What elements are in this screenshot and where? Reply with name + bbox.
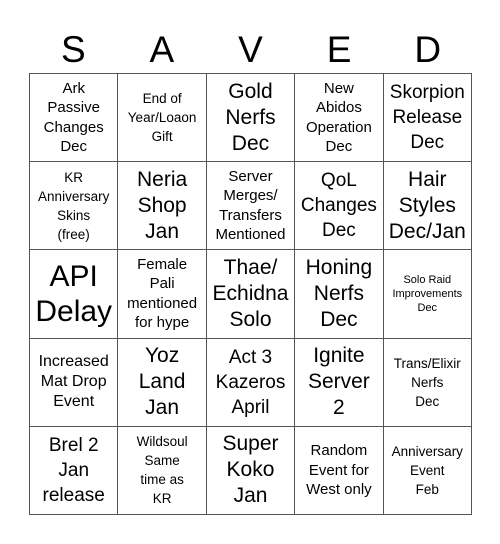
cell-text: Anniversary Event Feb — [391, 443, 463, 497]
bingo-cell[interactable]: Yoz Land Jan — [118, 338, 207, 427]
cell-text: Server Merges/ Transfers Mentioned — [215, 167, 286, 244]
bingo-cell[interactable]: QoL Changes Dec — [295, 162, 384, 251]
bingo-board: Ark Passive Changes Dec End of Year/Loao… — [29, 73, 472, 515]
bingo-cell[interactable]: Random Event for West only — [295, 426, 384, 515]
bingo-cell[interactable]: Solo Raid Improvements Dec — [383, 250, 472, 339]
cell-text: Honing Nerfs Dec — [305, 255, 373, 331]
bingo-cell[interactable]: Brel 2 Jan release — [30, 426, 119, 515]
bingo-cell[interactable]: End of Year/Loaon Gift — [118, 74, 207, 163]
cell-text: Gold Nerfs Dec — [225, 79, 276, 155]
bingo-cell[interactable]: Thae/ Echidna Solo — [206, 250, 296, 339]
bingo-cell[interactable]: Trans/Elixir Nerfs Dec — [383, 338, 472, 427]
cell-text: Super Koko Jan — [222, 432, 279, 508]
cell-text: Ark Passive Changes Dec — [43, 79, 104, 156]
cell-text: Wildsoul Same time as KR — [136, 434, 188, 507]
bingo-cell[interactable]: API Delay — [30, 250, 119, 339]
bingo-cell[interactable]: Server Merges/ Transfers Mentioned — [206, 162, 296, 251]
cell-text: Random Event for West only — [306, 442, 372, 499]
cell-text: Female Pali mentioned for hype — [127, 255, 198, 332]
header-letter: S — [60, 29, 86, 70]
cell-text: Increased Mat Drop Event — [38, 353, 109, 411]
cell-text: New Abidos Operation Dec — [305, 79, 372, 156]
cell-text: Skorpion Release Dec — [389, 82, 465, 154]
header-letter: E — [326, 29, 352, 70]
bingo-cell[interactable]: Gold Nerfs Dec — [206, 74, 296, 163]
bingo-cell[interactable]: Increased Mat Drop Event — [30, 338, 119, 427]
cell-text: QoL Changes Dec — [300, 170, 377, 242]
bingo-cell[interactable]: Act 3 Kazeros April — [206, 338, 296, 427]
bingo-cell[interactable]: Wildsoul Same time as KR — [118, 426, 207, 515]
bingo-cell[interactable]: New Abidos Operation Dec — [295, 74, 384, 163]
bingo-cell[interactable]: Anniversary Event Feb — [383, 426, 472, 515]
bingo-cell[interactable]: Ignite Server 2 — [295, 338, 384, 427]
cell-text: Act 3 Kazeros April — [215, 346, 286, 418]
bingo-cell[interactable]: Neria Shop Jan — [118, 162, 207, 251]
bingo-cell[interactable]: Ark Passive Changes Dec — [30, 74, 119, 163]
cell-text: API Delay — [35, 259, 113, 328]
header-letter: D — [414, 29, 442, 70]
header-letter: V — [238, 29, 263, 70]
cell-text: Neria Shop Jan — [137, 167, 188, 243]
bingo-header: S A V E D — [29, 27, 472, 73]
bingo-cell[interactable]: Skorpion Release Dec — [383, 74, 472, 163]
bingo-cell[interactable]: Super Koko Jan — [206, 426, 296, 515]
bingo-cell[interactable]: Female Pali mentioned for hype — [118, 250, 207, 339]
bingo-cell[interactable]: Hair Styles Dec/Jan — [383, 162, 472, 251]
cell-text: Ignite Server 2 — [307, 344, 370, 420]
cell-text: End of Year/Loaon Gift — [127, 91, 197, 145]
cell-text: Hair Styles Dec/Jan — [388, 167, 466, 243]
header-letter: A — [149, 29, 175, 70]
cell-text: Solo Raid Improvements Dec — [392, 273, 463, 314]
bingo-cell[interactable]: Honing Nerfs Dec — [295, 250, 384, 339]
cell-text: Yoz Land Jan — [138, 344, 186, 420]
cell-text: Thae/ Echidna Solo — [212, 255, 289, 331]
bingo-cell[interactable]: KR Anniversary Skins (free) — [30, 162, 119, 251]
cell-text: KR Anniversary Skins (free) — [38, 169, 110, 242]
cell-text: Trans/Elixir Nerfs Dec — [393, 355, 461, 409]
cell-text: Brel 2 Jan release — [42, 434, 105, 506]
